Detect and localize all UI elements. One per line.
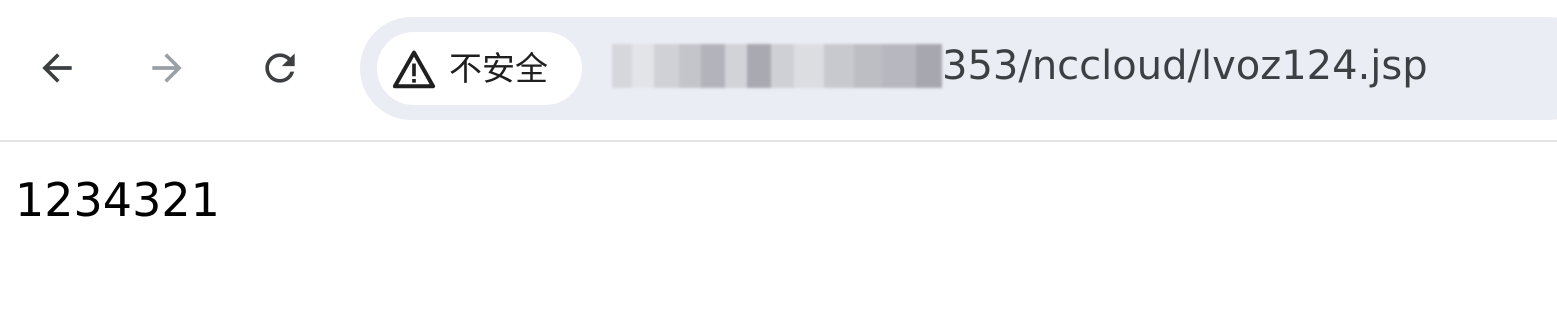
address-bar[interactable]: 不安全 353/nccloud/lvoz124.jsp [360,17,1557,120]
forward-button[interactable] [137,38,197,98]
browser-toolbar: 不安全 353/nccloud/lvoz124.jsp [0,0,1557,142]
reload-button[interactable] [250,38,310,98]
arrow-left-icon [35,46,79,90]
reload-icon [258,46,302,90]
redacted-url-segment [612,44,942,88]
page-body-text: 1234321 [15,173,220,227]
security-label: 不安全 [449,49,548,88]
back-button[interactable] [27,38,87,98]
url-text[interactable]: 353/nccloud/lvoz124.jsp [942,41,1428,91]
warning-triangle-icon [391,46,437,92]
arrow-right-icon [145,46,189,90]
security-status-chip[interactable]: 不安全 [377,32,582,105]
